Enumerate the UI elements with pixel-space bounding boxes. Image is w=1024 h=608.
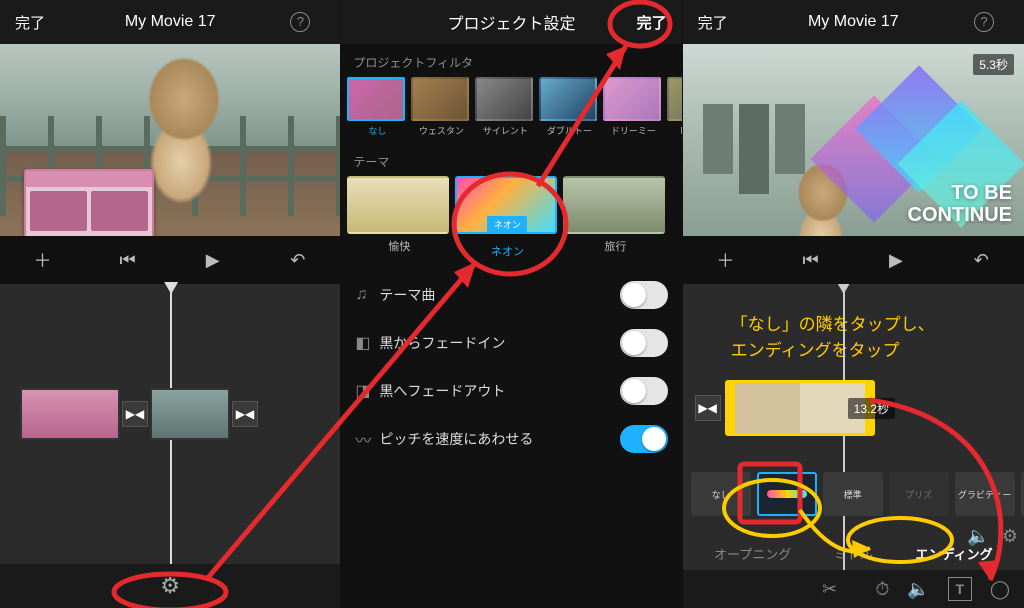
audio-settings-icons: 🔈 ⚙ — [967, 526, 1018, 547]
play-button[interactable]: ▶ — [193, 250, 233, 271]
help-button[interactable]: ? — [974, 12, 1014, 32]
filter-vintage[interactable]: ビンテー — [667, 77, 681, 137]
header: 完了 My Movie 17 ? — [683, 0, 1024, 44]
pitch-icon: 〰 — [355, 427, 379, 451]
transition-handle[interactable]: ▶◀ — [122, 401, 148, 427]
transition-handle[interactable]: ▶◀ — [232, 401, 258, 427]
header: 完了 My Movie 17 ? — [0, 0, 340, 44]
prev-button[interactable]: ⏮ — [108, 250, 148, 271]
toggle-fade-out[interactable] — [620, 377, 668, 405]
filter-dreamy[interactable]: ドリーミー — [603, 77, 663, 137]
done-button[interactable]: 完了 — [693, 12, 733, 33]
scissors-icon[interactable]: ✂ — [822, 579, 837, 600]
fadein-icon: ◧ — [355, 333, 379, 353]
clip-row: ▶◀ ▶◀ — [20, 384, 340, 444]
project-title: My Movie 17 — [733, 13, 974, 31]
music-icon: ♫ — [355, 286, 379, 304]
theme-list: 愉快 ネオン ネオン 旅行 — [341, 176, 681, 259]
prev-button[interactable]: ⏮ — [791, 250, 831, 271]
annotation-instruction-text: 「なし」の隣をタップし、 エンディングをタップ — [731, 312, 935, 363]
style-none[interactable]: なし — [691, 472, 751, 516]
sign-graphic — [24, 169, 154, 236]
timeline-clip[interactable] — [150, 388, 230, 440]
volume-icon[interactable]: 🔈 — [967, 526, 989, 547]
filter-silent[interactable]: サイレント — [475, 77, 535, 137]
project-title: My Movie 17 — [50, 13, 290, 31]
setting-fade-out[interactable]: ◨ 黒へフェードアウト — [341, 367, 681, 415]
setting-fade-in[interactable]: ◧ 黒からフェードイン — [341, 319, 681, 367]
timeline[interactable]: ▶◀ ▶◀ ⚙ — [0, 284, 340, 608]
style-gravity[interactable]: グラビティー — [955, 472, 1015, 516]
panel-title-edit: 完了 My Movie 17 ? 5.3秒 TO BE CONTINUE — [683, 0, 1024, 608]
panel-project-settings: プロジェクト設定 完了 プロジェクトフィルタ なし ウェスタン サイレント ダブ… — [341, 0, 682, 608]
settings-title: プロジェクト設定 — [391, 10, 631, 34]
preview-duration-badge: 5.3秒 — [973, 54, 1014, 75]
add-media-button[interactable]: ＋ — [705, 247, 745, 273]
header: プロジェクト設定 完了 — [341, 0, 681, 44]
gear-icon[interactable]: ⚙ — [1002, 526, 1018, 547]
bottom-bar: ⚙ — [0, 564, 340, 608]
style-reveal[interactable]: リビー — [1021, 472, 1024, 516]
help-icon: ? — [974, 12, 994, 32]
settings-list: ♫ テーマ曲 ◧ 黒からフェードイン ◨ 黒へフェードアウト 〰 ピッチを速度に… — [341, 271, 681, 463]
done-button[interactable]: 完了 — [632, 12, 672, 33]
settings-gear-button[interactable]: ⚙ — [160, 573, 180, 599]
volume-icon[interactable]: 🔈 — [907, 579, 929, 600]
play-button[interactable]: ▶ — [876, 250, 916, 271]
add-media-button[interactable]: ＋ — [23, 247, 63, 273]
gear-icon: ⚙ — [160, 573, 180, 598]
tab-opening[interactable]: オープニング — [708, 540, 797, 567]
filter-none[interactable]: なし — [347, 77, 407, 137]
transport-bar: ＋ ⏮ ▶ ↶ — [0, 236, 340, 284]
toggle-fade-in[interactable] — [620, 329, 668, 357]
bottom-toolbar: ✂ ⏱ 🔈 T ◯ — [683, 570, 1024, 608]
timeline[interactable]: 「なし」の隣をタップし、 エンディングをタップ ▶◀ 13.2秒 なし 標準 プ… — [683, 284, 1024, 608]
undo-button[interactable]: ↶ — [278, 250, 318, 271]
filters-icon[interactable]: ◯ — [990, 579, 1010, 600]
title-style-list: なし 標準 プリズ グラビティー リビー — [683, 472, 1024, 516]
filter-duotone[interactable]: ダブルトー — [539, 77, 599, 137]
transport-bar: ＋ ⏮ ▶ ↶ — [683, 236, 1024, 284]
setting-theme-song[interactable]: ♫ テーマ曲 — [341, 271, 681, 319]
title-text-overlay[interactable]: TO BE CONTINUE — [908, 182, 1012, 226]
toggle-theme-song[interactable] — [620, 281, 668, 309]
filter-list: なし ウェスタン サイレント ダブルトー ドリーミー ビンテー — [341, 77, 681, 143]
playhead[interactable] — [170, 284, 172, 608]
speed-icon[interactable]: ⏱ — [875, 579, 889, 600]
help-icon: ? — [290, 12, 310, 32]
transition-handle[interactable]: ▶◀ — [695, 395, 721, 421]
style-standard[interactable]: 標準 — [823, 472, 883, 516]
help-button[interactable]: ? — [290, 12, 330, 32]
text-tool-button[interactable]: T — [948, 577, 972, 601]
theme-travel[interactable]: 旅行 — [563, 176, 667, 259]
style-prism[interactable]: プリズ — [889, 472, 949, 516]
setting-pitch[interactable]: 〰 ピッチを速度にあわせる — [341, 415, 681, 463]
clip-duration-badge: 13.2秒 — [848, 398, 895, 419]
tab-middle[interactable]: ミドル — [828, 540, 879, 567]
style-selected-wave[interactable] — [757, 472, 817, 516]
toggle-pitch[interactable] — [620, 425, 668, 453]
theme-fun[interactable]: 愉快 — [347, 176, 451, 259]
panel-edit-timeline: 完了 My Movie 17 ? ＋ ⏮ ▶ ↶ ▶◀ — [0, 0, 341, 608]
filter-western[interactable]: ウェスタン — [411, 77, 471, 137]
undo-button[interactable]: ↶ — [961, 250, 1001, 271]
video-preview[interactable] — [0, 44, 340, 236]
filter-section-label: プロジェクトフィルタ — [341, 44, 681, 77]
done-button[interactable]: 完了 — [10, 12, 50, 33]
video-preview[interactable]: 5.3秒 TO BE CONTINUE — [683, 44, 1024, 236]
theme-section-label: テーマ — [341, 143, 681, 176]
timeline-clip[interactable] — [20, 388, 120, 440]
theme-neon[interactable]: ネオン ネオン — [455, 176, 559, 259]
fadeout-icon: ◨ — [355, 381, 379, 401]
